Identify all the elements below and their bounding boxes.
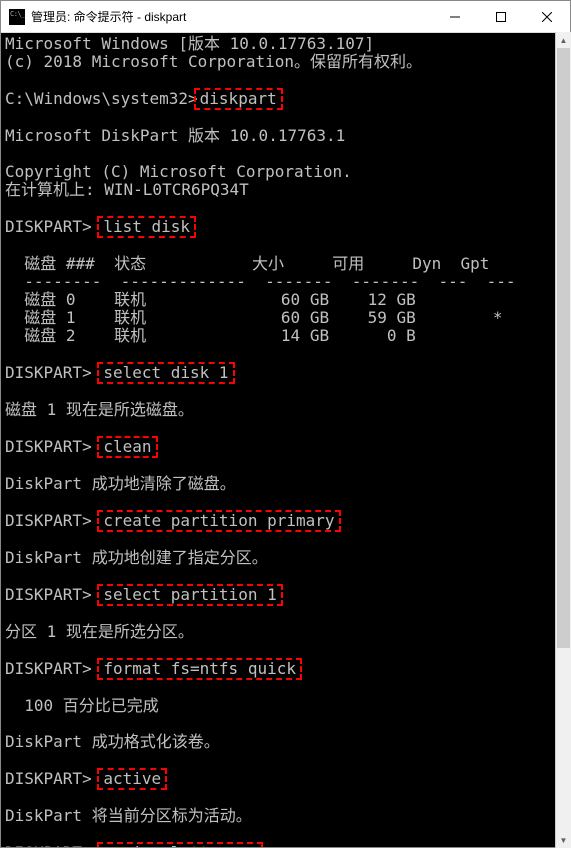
vertical-scrollbar[interactable]: ▲ ▼ (555, 32, 571, 848)
msg-select-partition: 分区 1 现在是所选分区。 (5, 622, 194, 641)
copyright-line: (c) 2018 Microsoft Corporation。保留所有权利。 (5, 52, 422, 71)
cmd-assign: assign letter= r (97, 842, 263, 847)
minimize-icon (450, 12, 460, 22)
disk-table-divider: -------- ------------- ------- ------- -… (5, 272, 516, 291)
diskpart-copyright: Copyright (C) Microsoft Corporation. (5, 162, 352, 181)
cmd-icon (9, 9, 25, 25)
diskpart-prompt: DISKPART> (5, 363, 101, 382)
cmd-select-partition: select partition 1 (97, 584, 282, 606)
disk-row: 磁盘 1 联机 60 GB 59 GB * (5, 308, 502, 327)
diskpart-prompt: DISKPART> (5, 437, 101, 456)
prompt-path: C:\Windows\system32> (5, 89, 198, 108)
maximize-icon (496, 12, 506, 22)
msg-format-done: DiskPart 成功格式化该卷。 (5, 732, 220, 751)
disk-row: 磁盘 0 联机 60 GB 12 GB (5, 290, 416, 309)
cmd-select-disk: select disk 1 (97, 362, 234, 384)
diskpart-computer: 在计算机上: WIN-L0TCR6PQ34T (5, 180, 249, 199)
cmd-clean: clean (97, 436, 157, 458)
cmd-format: format fs=ntfs quick (97, 658, 302, 680)
close-icon (542, 12, 552, 22)
maximize-button[interactable] (478, 1, 524, 32)
disk-row: 磁盘 2 联机 14 GB 0 B (5, 326, 416, 345)
scrollbar-thumb[interactable] (557, 48, 570, 648)
diskpart-prompt: DISKPART> (5, 217, 101, 236)
msg-clean: DiskPart 成功地清除了磁盘。 (5, 474, 236, 493)
diskpart-prompt: DISKPART> (5, 769, 101, 788)
window-controls (432, 1, 570, 32)
diskpart-version: Microsoft DiskPart 版本 10.0.17763.1 (5, 126, 345, 145)
msg-select-disk: 磁盘 1 现在是所选磁盘。 (5, 400, 194, 419)
minimize-button[interactable] (432, 1, 478, 32)
scroll-down-button[interactable]: ▼ (556, 832, 571, 848)
cmd-active: active (97, 768, 167, 790)
scroll-up-button[interactable]: ▲ (556, 32, 571, 48)
cmd-window: 管理员: 命令提示符 - diskpart Microsoft Windows … (0, 0, 571, 848)
titlebar[interactable]: 管理员: 命令提示符 - diskpart (1, 1, 570, 33)
cmd-list-disk: list disk (97, 216, 196, 238)
msg-format-pct: 100 百分比已完成 (5, 696, 159, 715)
window-title: 管理员: 命令提示符 - diskpart (31, 8, 432, 25)
cmd-diskpart: diskpart (194, 88, 283, 110)
disk-table-header: 磁盘 ### 状态 大小 可用 Dyn Gpt (5, 254, 489, 273)
cmd-create-partition: create partition primary (97, 510, 340, 532)
console-output[interactable]: Microsoft Windows [版本 10.0.17763.107] (c… (1, 33, 570, 847)
os-version-line: Microsoft Windows [版本 10.0.17763.107] (5, 34, 374, 53)
msg-active: DiskPart 将当前分区标为活动。 (5, 806, 252, 825)
diskpart-prompt: DISKPART> (5, 585, 101, 604)
diskpart-prompt: DISKPART> (5, 659, 101, 678)
msg-create-partition: DiskPart 成功地创建了指定分区。 (5, 548, 268, 567)
diskpart-prompt: DISKPART> (5, 843, 101, 847)
close-button[interactable] (524, 1, 570, 32)
diskpart-prompt: DISKPART> (5, 511, 101, 530)
